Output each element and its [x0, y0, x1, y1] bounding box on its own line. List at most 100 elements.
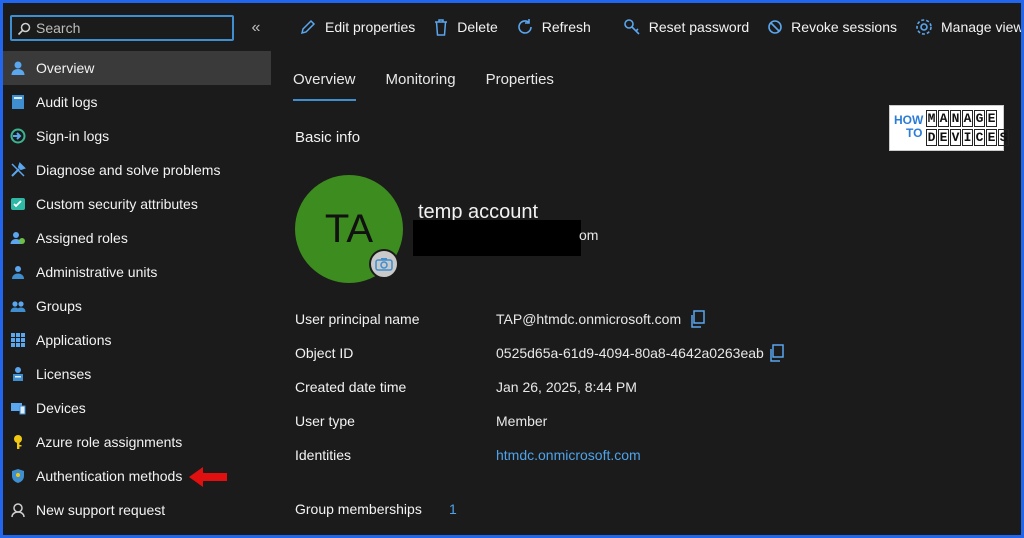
block-icon: [768, 20, 782, 34]
sidebar-item-devices[interactable]: Devices: [3, 391, 275, 425]
property-label: Identities: [295, 447, 352, 463]
roles-icon: [9, 229, 27, 247]
sidebar-item-licenses[interactable]: Licenses: [3, 357, 275, 391]
logo-letter: N: [950, 110, 961, 127]
search-input[interactable]: [36, 19, 226, 37]
sidebar-item-authentication-methods[interactable]: Authentication methods: [3, 459, 275, 493]
command-bar: Edit properties Delete Refresh Reset pas…: [275, 3, 1021, 51]
sidebar-item-diagnose[interactable]: Diagnose and solve problems: [3, 153, 275, 187]
property-row-upn: User principal name TAP@htmdc.onmicrosof…: [295, 303, 995, 337]
sidebar-item-audit-logs[interactable]: Audit logs: [3, 85, 275, 119]
camera-icon: [375, 258, 393, 271]
change-photo-button[interactable]: [369, 249, 399, 279]
logo-letter: I: [962, 129, 973, 146]
sidebar-item-label: Administrative units: [36, 264, 158, 280]
logo-letter: C: [974, 129, 985, 146]
logo-manage: MANAGE: [926, 110, 998, 127]
edit-properties-button[interactable]: Edit properties: [299, 18, 415, 36]
identities-link[interactable]: htmdc.onmicrosoft.com: [496, 447, 641, 463]
edit-properties-label: Edit properties: [325, 19, 416, 35]
sidebar-item-label: Licenses: [36, 366, 92, 382]
sidebar-item-assigned-roles[interactable]: Assigned roles: [3, 221, 275, 255]
apps-grid-icon: [9, 331, 27, 349]
property-row-identities: Identities htmdc.onmicrosoft.com: [295, 439, 995, 473]
property-value: Member: [496, 413, 548, 429]
sidebar-item-label: Groups: [36, 298, 82, 314]
shield-icon: [9, 467, 27, 485]
reset-password-button[interactable]: Reset password: [623, 18, 749, 36]
reset-password-label: Reset password: [648, 19, 750, 35]
pencil-icon: [300, 19, 316, 35]
property-label: Object ID: [295, 345, 354, 361]
user-icon: [9, 59, 27, 77]
sidebar-item-new-support-request[interactable]: New support request: [3, 493, 275, 527]
sidebar-item-label: Assigned roles: [36, 230, 128, 246]
watermark-logo: HOW TO MANAGE DEVICES: [889, 105, 1009, 151]
search-box[interactable]: [10, 15, 234, 41]
properties-list: User principal name TAP@htmdc.onmicrosof…: [295, 303, 995, 473]
sidebar-item-label: Devices: [36, 400, 86, 416]
sidebar-item-overview[interactable]: Overview: [3, 51, 271, 85]
refresh-icon: [517, 19, 532, 34]
avatar-initials: TA: [324, 206, 374, 251]
property-label: User principal name: [295, 311, 420, 327]
sidebar-item-label: Audit logs: [36, 94, 98, 110]
user-email-partial: om: [579, 227, 599, 243]
logo-how-to: HOW TO: [894, 114, 923, 140]
sidebar-item-label: Applications: [36, 332, 112, 348]
sign-in-arrow-icon: [9, 127, 27, 145]
log-book-icon: [9, 93, 27, 111]
sidebar-item-label: Authentication methods: [36, 468, 183, 484]
tab-monitoring[interactable]: Monitoring: [386, 63, 456, 101]
refresh-label: Refresh: [541, 19, 591, 35]
sidebar-item-groups[interactable]: Groups: [3, 289, 275, 323]
gear-icon: [916, 19, 932, 35]
sidebar-item-azure-role-assignments[interactable]: Azure role assignments: [3, 425, 275, 459]
devices-icon: [9, 399, 27, 417]
sidebar-item-label: Custom security attributes: [36, 196, 198, 212]
portal-window: « Overview Audit logs Sign-in logs Diagn…: [3, 3, 1021, 535]
sidebar-item-sign-in-logs[interactable]: Sign-in logs: [3, 119, 275, 153]
section-title-basic-info: Basic info: [295, 129, 361, 146]
sidebar-item-applications[interactable]: Applications: [3, 323, 275, 357]
red-arrow-annotation: [189, 467, 227, 487]
main-panel: Edit properties Delete Refresh Reset pas…: [275, 3, 1021, 535]
copy-icon[interactable]: [769, 344, 785, 362]
logo-letter: M: [926, 110, 937, 127]
property-value: TAP@htmdc.onmicrosoft.com: [496, 311, 682, 327]
group-memberships-count-link[interactable]: 1: [449, 501, 457, 517]
property-label: User type: [295, 413, 355, 429]
support-person-icon: [9, 501, 27, 519]
admin-units-icon: [9, 263, 27, 281]
collapse-sidebar-icon[interactable]: «: [247, 19, 265, 37]
manage-view-label: Manage view: [941, 19, 1021, 35]
logo-letter: A: [962, 110, 973, 127]
sidebar-item-label: Overview: [36, 60, 95, 76]
copy-icon[interactable]: [690, 310, 706, 328]
attributes-icon: [9, 195, 27, 213]
redaction-box: [413, 220, 581, 256]
wrench-icon: [9, 161, 27, 179]
search-icon: [17, 22, 31, 36]
refresh-button[interactable]: Refresh: [516, 18, 591, 36]
search-row: «: [3, 3, 275, 49]
delete-button[interactable]: Delete: [433, 18, 498, 36]
property-value: Jan 26, 2025, 8:44 PM: [496, 379, 637, 395]
logo-letter: S: [998, 129, 1009, 146]
sidebar: « Overview Audit logs Sign-in logs Diagn…: [3, 3, 275, 535]
logo-letter: G: [974, 110, 985, 127]
sidebar-item-custom-security-attributes[interactable]: Custom security attributes: [3, 187, 275, 221]
logo-letter: E: [986, 129, 997, 146]
sidebar-item-label: Sign-in logs: [36, 128, 110, 144]
property-label: Created date time: [295, 379, 407, 395]
logo-letter: V: [950, 129, 961, 146]
sidebar-item-administrative-units[interactable]: Administrative units: [3, 255, 275, 289]
trash-icon: [435, 19, 448, 36]
logo-letter: D: [926, 129, 937, 146]
manage-view-button[interactable]: Manage view: [915, 18, 1021, 36]
revoke-sessions-button[interactable]: Revoke sessions: [767, 19, 897, 35]
groups-icon: [9, 297, 27, 315]
tab-overview[interactable]: Overview: [293, 63, 356, 101]
key-icon: [623, 19, 640, 35]
tab-properties[interactable]: Properties: [486, 63, 554, 101]
